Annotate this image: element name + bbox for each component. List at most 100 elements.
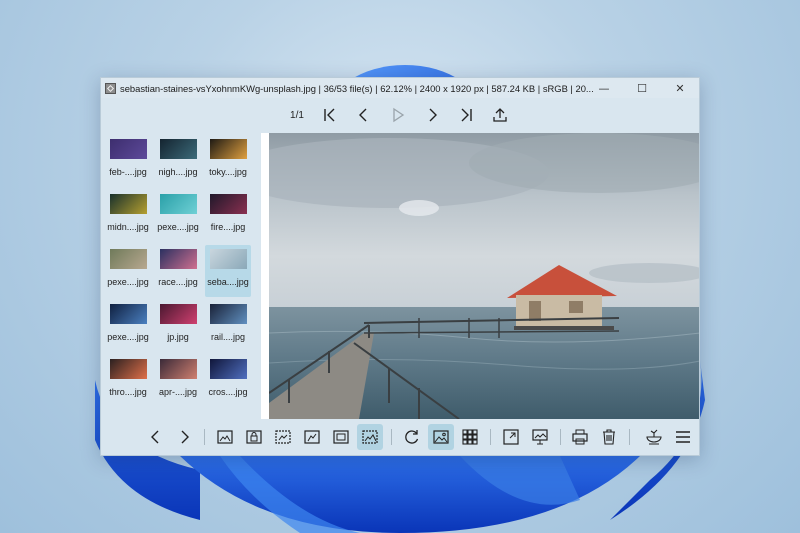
thumbnail-item[interactable]: thro....jpg <box>105 355 151 407</box>
fit-image-icon <box>333 430 349 444</box>
expand-icon <box>503 429 519 445</box>
thumbnail-image <box>209 304 247 324</box>
maximize-button[interactable]: ☐ <box>623 78 661 98</box>
thumbnail-label: feb-....jpg <box>109 167 147 177</box>
thumbnail-item[interactable]: apr-....jpg <box>155 355 201 407</box>
gallery-view-button[interactable] <box>457 424 483 450</box>
thumbnail-item[interactable]: jp.jpg <box>155 300 201 352</box>
toolbar-separator <box>204 429 205 445</box>
scale-to-height-button[interactable] <box>299 424 325 450</box>
first-image-button[interactable] <box>320 105 340 125</box>
thumbnail-image <box>109 194 147 214</box>
fit-height-icon <box>304 430 320 444</box>
thumbnail-label: seba....jpg <box>207 277 249 287</box>
thumbnail-label: pexe....jpg <box>107 332 149 342</box>
presentation-icon <box>532 429 548 445</box>
fit-width-icon <box>275 430 291 444</box>
thumbnail-label: race....jpg <box>158 277 198 287</box>
thumbnail-label: rail....jpg <box>210 332 245 342</box>
chevron-left-icon <box>358 108 367 122</box>
skip-last-icon <box>461 108 472 122</box>
thumbnail-item[interactable]: nigh....jpg <box>155 135 201 187</box>
toolbar-separator <box>490 429 491 445</box>
thumbnail-label: nigh....jpg <box>158 167 198 177</box>
thumbnail-item[interactable]: cros....jpg <box>205 355 251 407</box>
page-count: 1/1 <box>290 109 304 121</box>
lock-icon <box>246 430 262 444</box>
thumbnail-item[interactable]: seba....jpg <box>205 245 251 297</box>
thumbnail-label: cros....jpg <box>208 387 248 397</box>
thumbnail-image <box>159 194 197 214</box>
thumbnail-label: pexe....jpg <box>157 222 199 232</box>
plugins-button[interactable] <box>641 424 667 450</box>
scale-to-width-button[interactable] <box>270 424 296 450</box>
thumbnail-gallery[interactable]: feb-....jpg nigh....jpg toky....jpg midn...… <box>101 133 261 419</box>
navigation-bar: 1/1 <box>101 100 699 130</box>
slideshow-button[interactable] <box>527 424 553 450</box>
toolbar-separator <box>560 429 561 445</box>
thumbnail-label: midn....jpg <box>107 222 149 232</box>
thumbnail-image <box>159 304 197 324</box>
main-menu-button[interactable] <box>670 424 696 450</box>
last-image-button[interactable] <box>456 105 476 125</box>
export-button[interactable] <box>490 105 510 125</box>
grid-icon <box>462 429 478 445</box>
scale-to-fit-button[interactable] <box>328 424 354 450</box>
thumbnail-image <box>109 359 147 379</box>
chevron-right-icon <box>429 108 437 122</box>
title-bar: sebastian-staines-vsYxohnmKWg-unsplash.j… <box>101 78 699 98</box>
thumbnail-item[interactable]: race....jpg <box>155 245 201 297</box>
image-zoom-icon <box>217 430 233 444</box>
thumbnail-image <box>159 249 197 269</box>
chevron-left-icon <box>151 430 159 444</box>
thumbnail-image <box>209 249 247 269</box>
print-button[interactable] <box>567 424 593 450</box>
thumbnail-item[interactable]: midn....jpg <box>105 190 151 242</box>
delete-button[interactable] <box>596 424 622 450</box>
previous-image-button[interactable] <box>354 105 374 125</box>
thumbnail-label: apr-....jpg <box>158 387 198 397</box>
lock-zoom-button[interactable] <box>241 424 267 450</box>
thumbnail-item[interactable]: toky....jpg <box>205 135 251 187</box>
thumbnail-item[interactable]: pexe....jpg <box>105 245 151 297</box>
thumbnail-item[interactable]: rail....jpg <box>205 300 251 352</box>
refresh-icon <box>405 430 419 444</box>
thumbnail-label: toky....jpg <box>209 167 247 177</box>
thumbnail-item[interactable]: fire....jpg <box>205 190 251 242</box>
play-icon <box>393 107 405 123</box>
image-viewport[interactable] <box>261 133 699 419</box>
image-viewer-window: sebastian-staines-vsYxohnmKWg-unsplash.j… <box>100 77 700 456</box>
thumbnail-item[interactable]: pexe....jpg <box>155 190 201 242</box>
printer-icon <box>572 429 588 445</box>
fullscreen-button[interactable] <box>498 424 524 450</box>
thumbnail-image <box>109 304 147 324</box>
thumbnail-item[interactable]: feb-....jpg <box>105 135 151 187</box>
auto-zoom-button[interactable] <box>212 424 238 450</box>
upload-icon <box>493 108 507 122</box>
minimize-button[interactable]: — <box>585 78 623 98</box>
next-button[interactable] <box>171 424 197 450</box>
view-image-button[interactable] <box>428 424 454 450</box>
thumbnail-label: pexe....jpg <box>107 277 149 287</box>
next-image-button[interactable] <box>422 105 442 125</box>
thumbnail-label: fire....jpg <box>210 222 246 232</box>
thumbnail-image <box>159 139 197 159</box>
play-slideshow-button[interactable] <box>388 105 408 125</box>
close-button[interactable]: ✕ <box>661 78 699 98</box>
main-photo <box>269 133 699 419</box>
thumbnail-image <box>209 139 247 159</box>
rotate-button[interactable] <box>399 424 425 450</box>
window-title: sebastian-staines-vsYxohnmKWg-unsplash.j… <box>120 82 594 94</box>
thumbnail-image <box>159 359 197 379</box>
image-icon <box>433 430 449 444</box>
thumbnail-image <box>209 359 247 379</box>
thumbnail-label: jp.jpg <box>167 332 189 342</box>
previous-button[interactable] <box>143 424 169 450</box>
hamburger-menu-icon <box>676 431 690 443</box>
thumbnail-image <box>209 194 247 214</box>
thumbnail-label: thro....jpg <box>109 387 147 397</box>
toolbar-separator <box>391 429 392 445</box>
thumbnail-item[interactable]: pexe....jpg <box>105 300 151 352</box>
scale-to-fill-button[interactable] <box>357 424 383 450</box>
skip-first-icon <box>324 108 335 122</box>
